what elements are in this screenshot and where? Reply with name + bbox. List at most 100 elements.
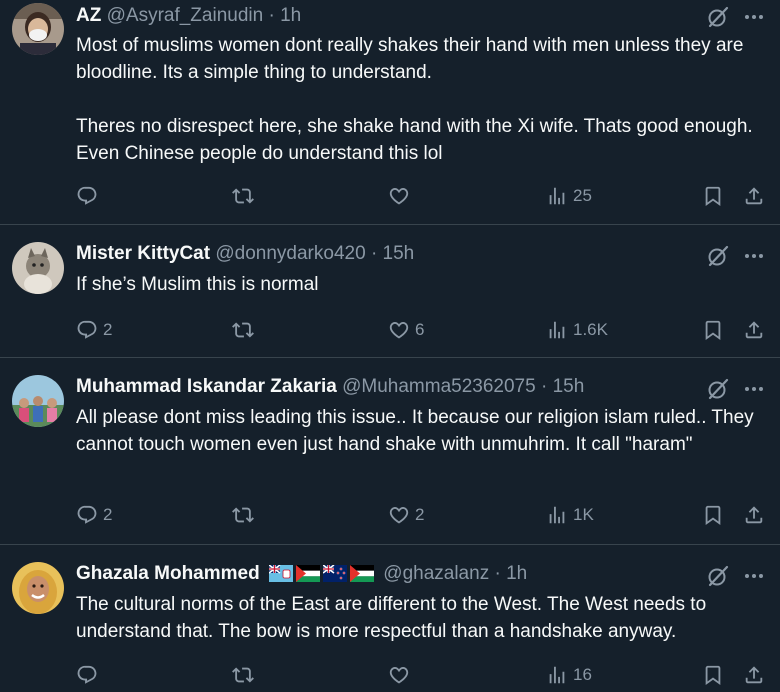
user-handle[interactable]: @ghazalanz	[383, 563, 489, 584]
like-count: 2	[415, 505, 425, 524]
bookmark-button[interactable]	[702, 315, 724, 345]
timestamp[interactable]: 15h	[553, 376, 585, 397]
bookmark-icon	[702, 319, 724, 341]
action-bar: 2 6 1.6K	[76, 315, 780, 345]
repost-icon	[232, 664, 254, 686]
like-button[interactable]: 2	[388, 500, 424, 530]
reply-icon	[76, 664, 98, 686]
reply-button[interactable]	[76, 660, 103, 690]
more-icon[interactable]	[742, 377, 766, 401]
tweet[interactable]: Muhammad Iskandar Zakaria @Muhamma523620…	[0, 358, 780, 545]
like-button[interactable]: 6	[388, 315, 424, 345]
tweet[interactable]: Ghazala Mohammed @ghazalanz · 1h The cul…	[0, 545, 780, 692]
tweet-text: If she’s Muslim this is normal	[76, 271, 756, 298]
views-icon	[546, 504, 568, 526]
views-button[interactable]: 1.6K	[546, 315, 608, 345]
like-icon	[388, 664, 410, 686]
bookmark-icon	[702, 664, 724, 686]
like-icon	[388, 319, 410, 341]
name-emoji-flags	[269, 565, 374, 582]
views-button[interactable]: 25	[546, 181, 592, 211]
timestamp[interactable]: 1h	[280, 5, 301, 26]
separator: ·	[268, 5, 275, 26]
repost-button[interactable]	[232, 660, 259, 690]
bookmark-button[interactable]	[702, 181, 724, 211]
grok-icon[interactable]	[706, 244, 730, 268]
reply-button[interactable]: 2	[76, 500, 112, 530]
tweet[interactable]: Mister KittyCat @donnydarko420 · 15h If …	[0, 225, 780, 358]
grok-icon[interactable]	[706, 564, 730, 588]
tweet-text: All please dont miss leading this issue.…	[76, 404, 756, 458]
tweet-header: Mister KittyCat @donnydarko420 · 15h	[76, 243, 414, 265]
reply-button[interactable]: 2	[76, 315, 112, 345]
palestine-flag	[350, 565, 374, 582]
separator: ·	[540, 376, 548, 397]
timestamp[interactable]: 15h	[383, 243, 415, 264]
action-bar: 2 2 1K	[76, 500, 780, 530]
more-icon[interactable]	[742, 244, 766, 268]
share-icon	[743, 319, 765, 341]
tweet[interactable]: AZ @Asyraf_Zainudin · 1h Most of muslims…	[0, 0, 780, 225]
like-button[interactable]	[388, 660, 415, 690]
views-button[interactable]: 1K	[546, 500, 594, 530]
grok-icon[interactable]	[706, 377, 730, 401]
tweet-paragraph: Most of muslims women dont really shakes…	[76, 35, 744, 83]
share-icon	[743, 664, 765, 686]
reply-count: 2	[103, 320, 113, 339]
view-count: 1.6K	[573, 320, 608, 339]
reply-icon	[76, 185, 98, 207]
timestamp[interactable]: 1h	[506, 563, 527, 584]
tweet-header: Ghazala Mohammed @ghazalanz · 1h	[76, 563, 527, 585]
avatar[interactable]	[12, 562, 64, 614]
share-button[interactable]	[743, 315, 765, 345]
separator: ·	[370, 243, 378, 264]
tweet-text: The cultural norms of the East are diffe…	[76, 591, 756, 645]
share-button[interactable]	[743, 181, 765, 211]
more-icon[interactable]	[742, 5, 766, 29]
views-icon	[546, 319, 568, 341]
repost-icon	[232, 185, 254, 207]
separator: ·	[494, 563, 501, 584]
reply-button[interactable]	[76, 181, 103, 211]
bookmark-button[interactable]	[702, 660, 724, 690]
avatar[interactable]	[12, 3, 64, 55]
avatar[interactable]	[12, 375, 64, 427]
tweet-text: Most of muslims women dont really shakes…	[76, 32, 756, 167]
more-icon[interactable]	[742, 564, 766, 588]
fiji-flag	[269, 565, 293, 582]
like-count: 6	[415, 320, 425, 339]
avatar[interactable]	[12, 242, 64, 294]
palestine-flag	[296, 565, 320, 582]
display-name[interactable]: Muhammad Iskandar Zakaria	[76, 376, 337, 397]
reply-icon	[76, 319, 98, 341]
view-count: 25	[573, 186, 592, 205]
tweet-paragraph: Theres no disrespect here, she shake han…	[76, 116, 753, 164]
bookmark-icon	[702, 504, 724, 526]
display-name[interactable]: Mister KittyCat	[76, 243, 210, 264]
repost-button[interactable]	[232, 181, 259, 211]
share-button[interactable]	[743, 500, 765, 530]
bookmark-button[interactable]	[702, 500, 724, 530]
tweet-header: Muhammad Iskandar Zakaria @Muhamma523620…	[76, 376, 584, 398]
repost-button[interactable]	[232, 500, 259, 530]
share-button[interactable]	[743, 660, 765, 690]
views-button[interactable]: 16	[546, 660, 592, 690]
action-bar: 25	[76, 181, 780, 211]
repost-icon	[232, 504, 254, 526]
views-icon	[546, 664, 568, 686]
display-name[interactable]: AZ	[76, 5, 101, 26]
tweet-paragraph: If she’s Muslim this is normal	[76, 274, 319, 295]
reply-icon	[76, 504, 98, 526]
user-handle[interactable]: @Asyraf_Zainudin	[107, 5, 264, 26]
display-name[interactable]: Ghazala Mohammed	[76, 563, 260, 584]
view-count: 16	[573, 665, 592, 684]
grok-icon[interactable]	[706, 5, 730, 29]
user-handle[interactable]: @Muhamma52362075	[342, 376, 536, 397]
like-button[interactable]	[388, 181, 415, 211]
like-icon	[388, 504, 410, 526]
repost-icon	[232, 319, 254, 341]
reply-count: 2	[103, 505, 113, 524]
user-handle[interactable]: @donnydarko420	[215, 243, 365, 264]
repost-button[interactable]	[232, 315, 259, 345]
view-count: 1K	[573, 505, 594, 524]
